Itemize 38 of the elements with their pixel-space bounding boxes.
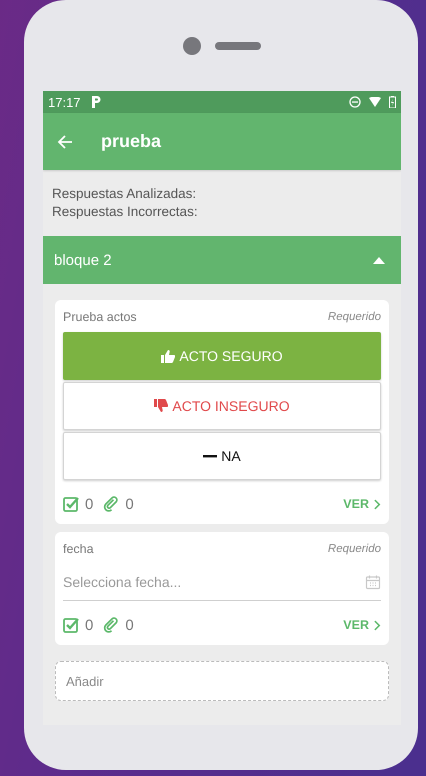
thumbs-down-icon xyxy=(154,399,168,413)
answer-option[interactable]: ACTO SEGURO xyxy=(63,332,381,380)
attachment-count: 0 xyxy=(125,496,134,512)
view-link[interactable]: VER xyxy=(343,618,381,632)
parking-icon xyxy=(90,96,101,108)
summary-text: Respuestas Incorrectas: xyxy=(52,203,199,221)
date-input[interactable]: Selecciona fecha... xyxy=(63,574,365,590)
do-not-disturb-icon xyxy=(349,96,361,108)
summary-text: Respuestas Analizadas: xyxy=(52,185,198,203)
app-title: prueba xyxy=(101,131,162,152)
question-label: Prueba actos xyxy=(63,310,137,324)
section-header[interactable]: bloque 2 xyxy=(43,236,401,284)
paperclip-icon xyxy=(103,617,120,633)
wifi-icon xyxy=(369,97,381,107)
required-label: Requerido xyxy=(328,543,381,555)
attachment-count: 0 xyxy=(125,616,134,634)
check-count: 0 xyxy=(85,616,94,634)
check-count: 0 xyxy=(85,496,94,512)
camera-icon xyxy=(183,36,201,54)
answer-option[interactable]: NA xyxy=(63,432,381,480)
back-arrow-icon[interactable] xyxy=(57,134,73,150)
checkbox-icon xyxy=(63,617,79,633)
thumbs-up-icon xyxy=(161,349,176,363)
collapse-caret-icon[interactable] xyxy=(373,256,385,264)
speaker-icon xyxy=(215,42,261,50)
view-link[interactable]: VER xyxy=(343,497,381,511)
checkbox-icon xyxy=(63,496,79,512)
chevron-icon xyxy=(374,498,381,510)
chevron-icon xyxy=(374,620,381,630)
question-label: fecha xyxy=(63,542,94,556)
answer-option[interactable]: ACTO INSEGURO xyxy=(63,382,381,430)
calendar-icon xyxy=(365,574,381,590)
paperclip-icon xyxy=(103,496,120,512)
section-title: bloque 2 xyxy=(54,252,112,268)
add-field[interactable]: Añadir xyxy=(55,661,389,701)
status-time: 17:17 xyxy=(48,94,81,110)
battery-icon xyxy=(389,96,396,108)
required-label: Requerido xyxy=(328,311,381,323)
